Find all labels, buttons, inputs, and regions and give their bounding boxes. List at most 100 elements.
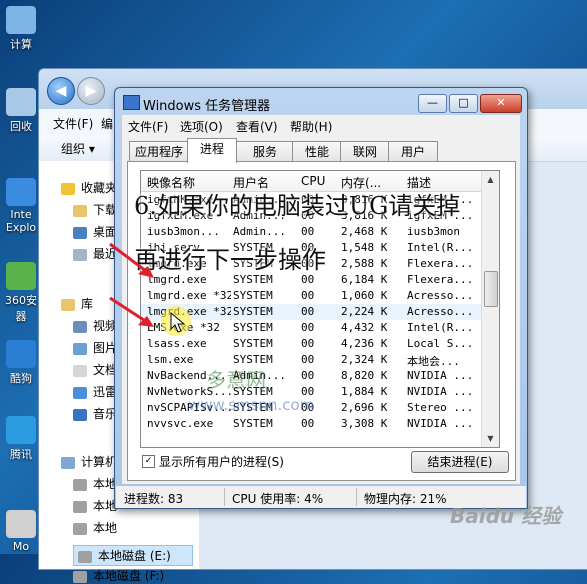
explorer-menu-edit[interactable]: 编	[101, 115, 113, 132]
document-library-icon	[73, 364, 87, 377]
desktop-icon[interactable]: 计算	[0, 6, 42, 52]
table-row[interactable]: lsm.exe SYSTEM 00 2,324 K 本地会...	[141, 352, 481, 368]
cell-cpu: 00	[301, 337, 315, 350]
sidebar-item[interactable]: 音乐	[73, 405, 117, 422]
sidebar-item[interactable]: 本地	[73, 475, 117, 492]
desktop-icon[interactable]: Mo	[0, 510, 42, 553]
table-row[interactable]: lsass.exe SYSTEM 00 4,236 K Local S...	[141, 336, 481, 352]
drive-icon	[73, 570, 87, 583]
desktop-app-icon	[6, 262, 36, 290]
scrollbar-thumb[interactable]	[484, 271, 498, 307]
desktop-app-icon	[6, 510, 36, 538]
tab-networking[interactable]: 联网	[340, 141, 390, 162]
mouse-cursor-icon	[170, 312, 186, 333]
table-row[interactable]: LMS.exe *32SYSTEM004,432 KIntel(R...	[141, 320, 481, 336]
table-row[interactable]: lmgrd.exe *32 SYSTEM 00 2,224 K Acresso...	[141, 304, 481, 320]
desktop-icon[interactable]: 酷狗	[0, 340, 42, 386]
tab-processes[interactable]: 进程	[187, 138, 237, 163]
sidebar-item-label: 本地磁盘 (F:)	[93, 569, 165, 583]
maximize-button[interactable]: □	[449, 94, 478, 113]
desktop-folder-icon	[73, 226, 87, 239]
close-button[interactable]: ✕	[480, 94, 522, 113]
music-library-icon	[73, 408, 87, 421]
desktop-icon[interactable]: 360安 器	[0, 262, 42, 324]
desktop-icon-label: Inte Explo	[5, 208, 37, 234]
scroll-up-arrow-icon[interactable]: ▲	[482, 171, 499, 188]
table-row[interactable]: NvBackend... Admin... 00 8,820 K NVIDIA ...	[141, 368, 481, 384]
cell-description: Local S...	[407, 337, 474, 350]
menu-view[interactable]: 查看(V)	[236, 118, 278, 135]
status-physical-memory: 物理内存: 21%	[364, 492, 447, 506]
window-title: Windows 任务管理器	[143, 99, 271, 114]
red-arrow-icon	[109, 242, 154, 278]
sidebar-item[interactable]: 本地	[73, 519, 117, 536]
menu-help[interactable]: 帮助(H)	[290, 118, 332, 135]
show-all-users-checkbox[interactable]: ✓	[142, 455, 155, 468]
sidebar-item[interactable]: 收藏夹	[61, 179, 117, 196]
cell-memory: 2,588 K	[341, 257, 388, 270]
tab-applications[interactable]: 应用程序	[129, 141, 189, 162]
organize-button[interactable]: 组织 ▾	[61, 140, 95, 157]
sidebar-item[interactable]: 本地磁盘 (E:)	[73, 545, 193, 566]
cell-cpu: 00	[301, 289, 315, 302]
tab-services[interactable]: 服务	[236, 141, 294, 162]
explorer-menu-file[interactable]: 文件(F)	[53, 115, 93, 132]
cell-description: Flexera...	[407, 273, 474, 286]
tab-performance[interactable]: 性能	[292, 141, 342, 162]
cell-user-name: SYSTEM	[233, 417, 273, 430]
cell-cpu: 00	[301, 417, 315, 430]
sidebar-item[interactable]: 图片	[73, 339, 117, 356]
sidebar-item-label: 本地磁盘 (E:)	[98, 549, 171, 563]
cell-image-name: nvvsvc.exe	[147, 417, 214, 430]
star-icon	[61, 182, 75, 195]
picture-library-icon	[73, 342, 87, 355]
sidebar-item[interactable]: 本地磁盘 (F:)	[73, 567, 164, 584]
library-icon	[61, 298, 75, 311]
cell-memory: 2,696 K	[341, 401, 388, 414]
red-arrow-icon	[109, 296, 154, 327]
tab-users[interactable]: 用户	[388, 141, 438, 162]
sidebar-item[interactable]: 下载	[73, 201, 117, 218]
menu-file[interactable]: 文件(F)	[128, 118, 168, 135]
cell-description: Acresso...	[407, 289, 474, 302]
table-row[interactable]: nvvsvc.exe SYSTEM 00 3,308 K NVIDIA ...	[141, 416, 481, 432]
cell-description: Acresso...	[407, 305, 474, 318]
desktop-icon-label: 360安 器	[5, 294, 37, 323]
menu-options[interactable]: 选项(O)	[180, 118, 223, 135]
cell-image-name: lmgrd.exe *32	[147, 289, 231, 302]
cell-cpu: 00	[301, 225, 315, 238]
cell-image-name: iusb3mon...	[147, 225, 220, 238]
table-row[interactable]: iusb3mon... Admin... 00 2,468 K iusb3mon	[141, 224, 481, 240]
cell-description: Flexera...	[407, 257, 474, 270]
sidebar-item[interactable]: 库	[61, 295, 93, 312]
sidebar-item[interactable]: 迅雷	[73, 383, 117, 400]
cell-memory: 2,468 K	[341, 225, 388, 238]
drive-icon	[73, 478, 87, 491]
back-arrow-icon[interactable]: ◀	[47, 77, 75, 105]
desktop-icon-label: 计算	[10, 38, 32, 51]
desktop-app-icon	[6, 6, 36, 34]
table-row[interactable]: lmgrd.exe *32 SYSTEM 00 1,060 K Acresso...	[141, 288, 481, 304]
cell-cpu: 00	[301, 305, 315, 318]
sidebar-item[interactable]: 计算机	[61, 453, 117, 470]
sidebar-item[interactable]: 本地	[73, 497, 117, 514]
cell-memory: 2,324 K	[341, 353, 388, 366]
cell-memory: 4,236 K	[341, 337, 388, 350]
desktop-icon[interactable]: 腾讯	[0, 416, 42, 462]
drive-icon	[73, 522, 87, 535]
end-process-button[interactable]: 结束进程(E)	[411, 451, 509, 473]
cell-user-name: SYSTEM	[233, 321, 273, 334]
forward-arrow-icon[interactable]: ▶	[77, 77, 105, 105]
sidebar-item[interactable]: 桌面	[73, 223, 117, 240]
cell-cpu: 00	[301, 353, 315, 366]
sidebar-item[interactable]: 文档	[73, 361, 117, 378]
scroll-down-arrow-icon[interactable]: ▼	[482, 430, 499, 447]
brand-watermark-logo: Baidu 经验	[450, 504, 562, 528]
status-separator	[224, 488, 225, 506]
cell-memory: 4,432 K	[341, 321, 388, 334]
process-list-scrollbar[interactable]: ▲ ▼	[481, 171, 499, 447]
desktop-icon[interactable]: 回收	[0, 88, 42, 134]
minimize-button[interactable]: —	[418, 94, 447, 113]
desktop-icon[interactable]: Inte Explo	[0, 178, 42, 234]
watermark-text: 多意网	[206, 368, 266, 392]
